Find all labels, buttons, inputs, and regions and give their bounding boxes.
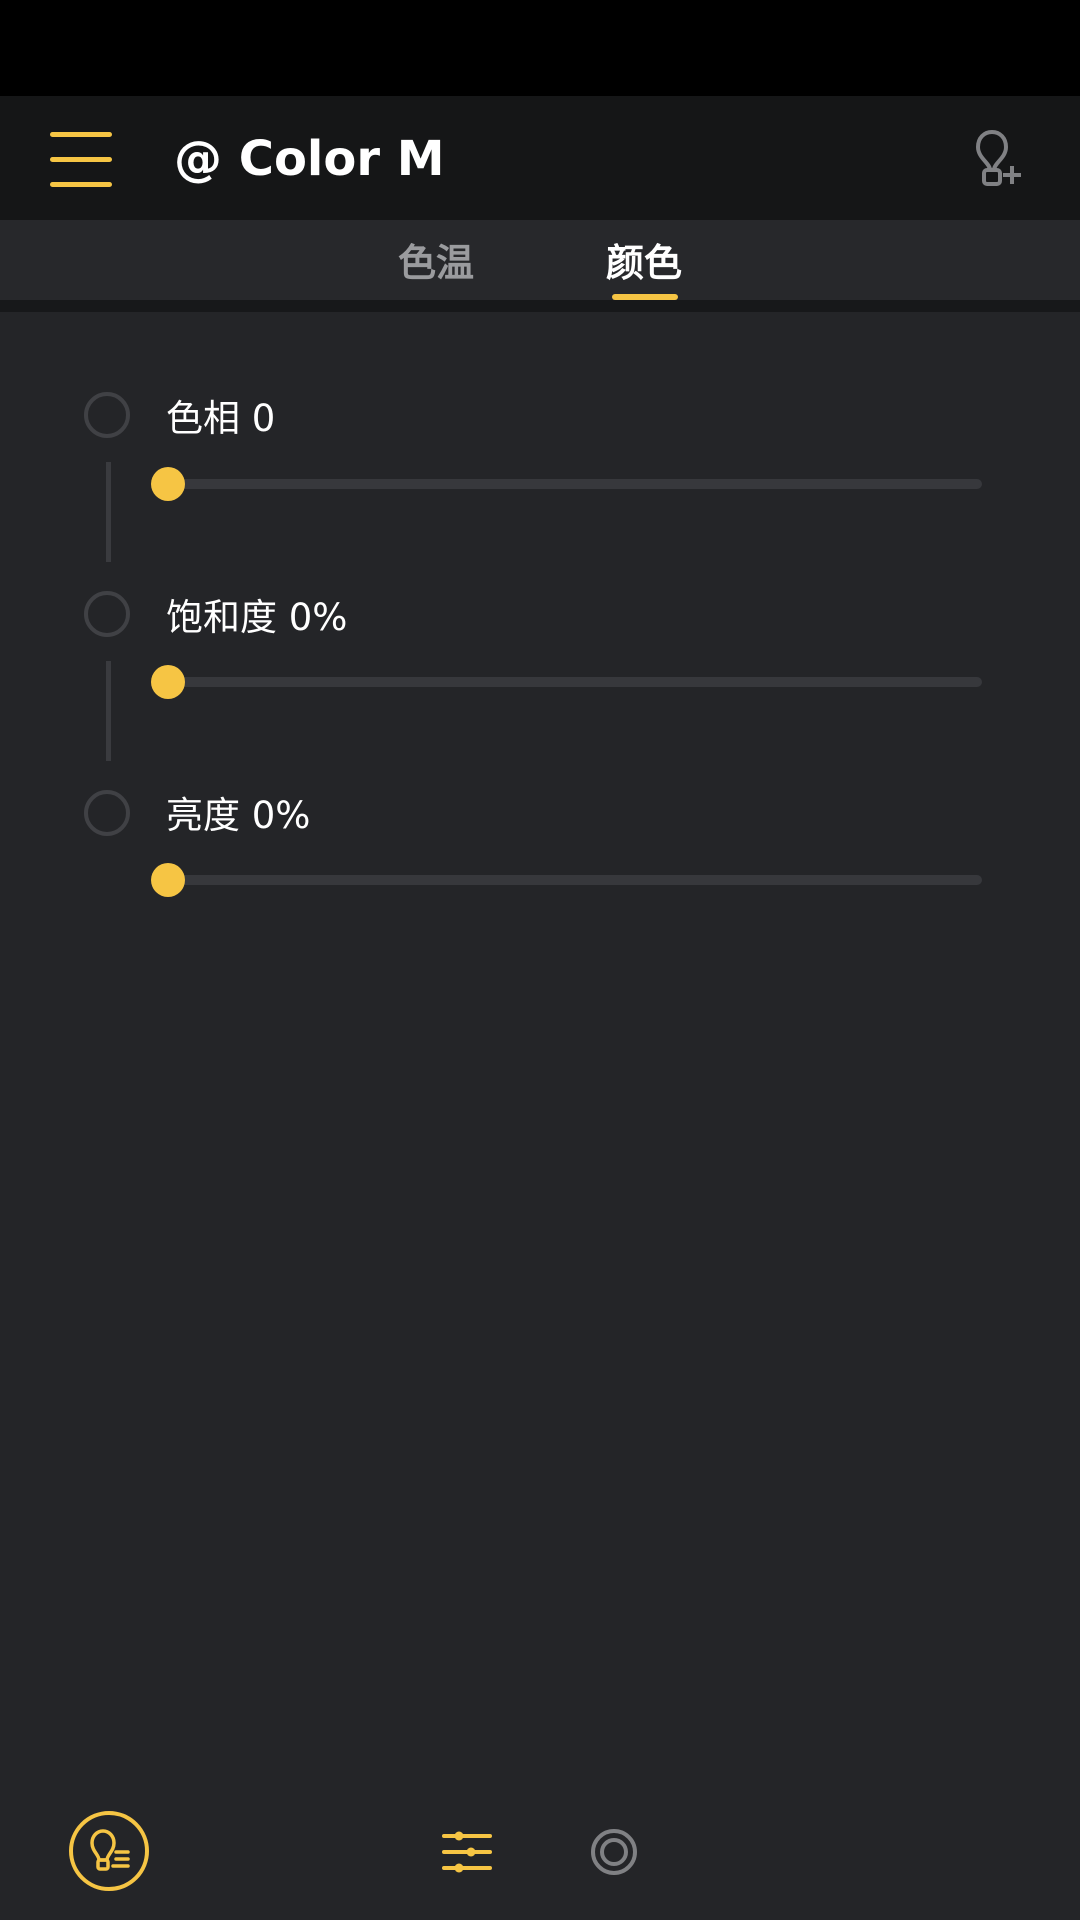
hamburger-menu-icon[interactable] bbox=[50, 132, 112, 188]
hue-slider[interactable] bbox=[151, 467, 982, 501]
app-bar: @ Color M bbox=[0, 96, 1080, 220]
tab-divider bbox=[0, 300, 1080, 312]
hue-label: 色相 0 bbox=[166, 397, 276, 440]
brightness-label: 亮度 0% bbox=[166, 794, 311, 837]
hue-slider-thumb[interactable] bbox=[151, 467, 185, 501]
step-circle-hue bbox=[84, 392, 130, 438]
brightness-slider[interactable] bbox=[151, 863, 982, 897]
step-connector bbox=[106, 462, 111, 562]
brightness-slider-thumb[interactable] bbox=[151, 863, 185, 897]
bottom-navigation bbox=[0, 1800, 1080, 1920]
lightbulb-plus-icon[interactable] bbox=[970, 130, 1024, 188]
saturation-slider-thumb[interactable] bbox=[151, 665, 185, 699]
device-title: @ Color M bbox=[174, 131, 445, 187]
lightbulb-list-icon[interactable] bbox=[68, 1810, 150, 1892]
saturation-label: 饱和度 0% bbox=[166, 596, 348, 639]
step-circle-saturation bbox=[84, 591, 130, 637]
step-circle-brightness bbox=[84, 790, 130, 836]
tab-color-temperature[interactable]: 色温 bbox=[384, 238, 488, 288]
status-bar bbox=[0, 0, 1080, 96]
color-control-screen: @ Color M 色温 颜色 色相 0 饱和度 0% 亮度 0% bbox=[0, 0, 1080, 1920]
step-connector bbox=[106, 661, 111, 761]
tab-bar: 色温 颜色 bbox=[0, 220, 1080, 300]
saturation-slider[interactable] bbox=[151, 665, 982, 699]
scene-ring-icon[interactable] bbox=[590, 1828, 638, 1876]
sliders-icon[interactable] bbox=[442, 1828, 492, 1876]
tab-color[interactable]: 颜色 bbox=[592, 238, 696, 288]
